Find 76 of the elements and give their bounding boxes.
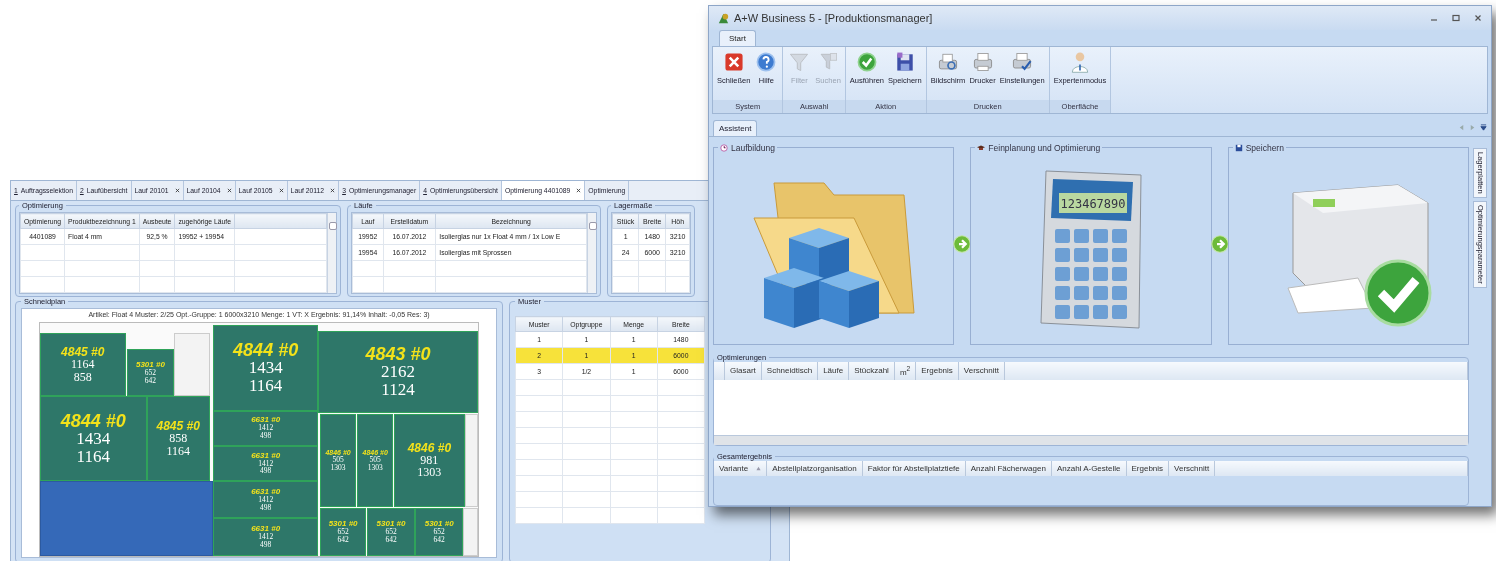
save-icon [1234, 143, 1243, 152]
scrollbar[interactable] [714, 434, 1468, 445]
window-title: A+W Business 5 - [Produktionsmanager] [734, 12, 933, 24]
waste-area[interactable] [463, 507, 478, 556]
close-icon[interactable] [576, 188, 582, 193]
glass-piece[interactable]: 4846 #0 981 1303 [394, 414, 465, 507]
panel-title: Speichern [1245, 142, 1284, 153]
column-header[interactable]: Verschnitt [958, 362, 1005, 380]
panel-title: Feinplanung und Optimierung [988, 142, 1101, 153]
piece-dimension: 1164 [76, 447, 110, 466]
column-header[interactable]: Ergebnis [915, 362, 959, 380]
glass-piece[interactable]: 4844 #0 1434 1164 [213, 325, 319, 411]
glass-piece[interactable]: 4845 #0 858 1164 [146, 396, 210, 482]
glass-piece[interactable]: 4843 #0 2162 1124 [318, 330, 478, 413]
close-icon[interactable] [1473, 13, 1483, 23]
piece-label: 5301 #0 [376, 519, 406, 528]
piece-label: 6631 #0 [251, 451, 281, 460]
piece-dimension: 1164 [166, 444, 190, 458]
column-header[interactable]: Anzahl A-Gestelle [1051, 460, 1126, 476]
piece-label: 4845 #0 [156, 420, 200, 433]
piece-dimension: 1164 [71, 357, 95, 371]
app-icon [717, 11, 730, 25]
scrollbar[interactable] [587, 213, 596, 293]
piece-label: 4844 #0 [233, 341, 299, 360]
column-header[interactable]: Variante [714, 460, 767, 476]
graduation-cap-icon [977, 143, 986, 152]
column-header[interactable]: Stückzahl [848, 362, 895, 380]
glass-piece[interactable]: 4844 #0 1434 1164 [40, 396, 147, 482]
piece-label: 4843 #0 [365, 344, 431, 363]
piece-dimension: 1434 [76, 429, 111, 448]
piece-dimension: 858 [169, 432, 188, 445]
column-header[interactable]: Verschnitt [1168, 460, 1215, 476]
piece-label: 6631 #0 [251, 416, 281, 425]
ribbon-tab[interactable]: Start [719, 30, 756, 46]
piece-label: 6631 #0 [251, 487, 281, 496]
dropdown-icon[interactable] [1480, 124, 1487, 131]
column-header[interactable]: Faktor für Abstellplatztiefe [862, 460, 966, 476]
piece-dimension: 2162 [381, 362, 416, 381]
column-header[interactable]: Ergebnis [1126, 460, 1169, 476]
column-header[interactable]: Läufe [817, 362, 849, 380]
calculator-display: 123467890 [1060, 197, 1126, 211]
column-header[interactable]: Glasart [724, 362, 762, 380]
close-icon[interactable] [278, 188, 284, 193]
piece-label: 4845 #0 [61, 345, 105, 358]
glass-piece[interactable]: 4845 #0 1164 858 [40, 332, 126, 397]
maximize-icon[interactable] [1451, 13, 1461, 23]
column-header [714, 362, 725, 380]
column-header[interactable]: Schneidtisch [761, 362, 818, 380]
close-icon[interactable] [330, 188, 336, 193]
piece-dimension: 1434 [248, 359, 283, 378]
step-panel[interactable]: Feinplanung und Optimierung 123467890 [970, 142, 1212, 345]
piece-dimension: 1303 [417, 466, 442, 479]
close-icon[interactable] [226, 188, 232, 193]
piece-label: 4846 #0 [407, 441, 452, 454]
step-panel[interactable]: Laufbildung [713, 142, 955, 345]
column-header[interactable]: m$^{2}$ [894, 362, 916, 380]
piece-label: 5301 #0 [424, 519, 454, 528]
panel-title: Laufbildung [731, 142, 775, 153]
piece-label: 6631 #0 [251, 525, 281, 534]
column-header[interactable]: Abstellplatzorganisation [766, 460, 863, 476]
step-panel[interactable]: Speichern [1227, 142, 1469, 345]
scrollbar[interactable] [327, 213, 336, 293]
sort-icon [756, 465, 762, 471]
piece-label: 5301 #0 [328, 519, 358, 528]
piece-dimension: 1164 [248, 377, 283, 395]
piece-label: 4844 #0 [60, 411, 126, 430]
scroll-right-icon[interactable] [1469, 124, 1476, 131]
view-tab[interactable]: Assistent [713, 120, 758, 136]
scroll-left-icon[interactable] [1458, 124, 1465, 131]
piece-dimension: 858 [73, 370, 92, 384]
piece-dimension: 981 [420, 453, 439, 467]
piece-label: 5301 #0 [135, 360, 165, 369]
close-icon[interactable] [174, 188, 180, 193]
piece-dimension: 1124 [381, 380, 415, 399]
clock-icon [720, 143, 728, 152]
column-header[interactable]: Anzahl Fächerwagen [965, 460, 1052, 476]
